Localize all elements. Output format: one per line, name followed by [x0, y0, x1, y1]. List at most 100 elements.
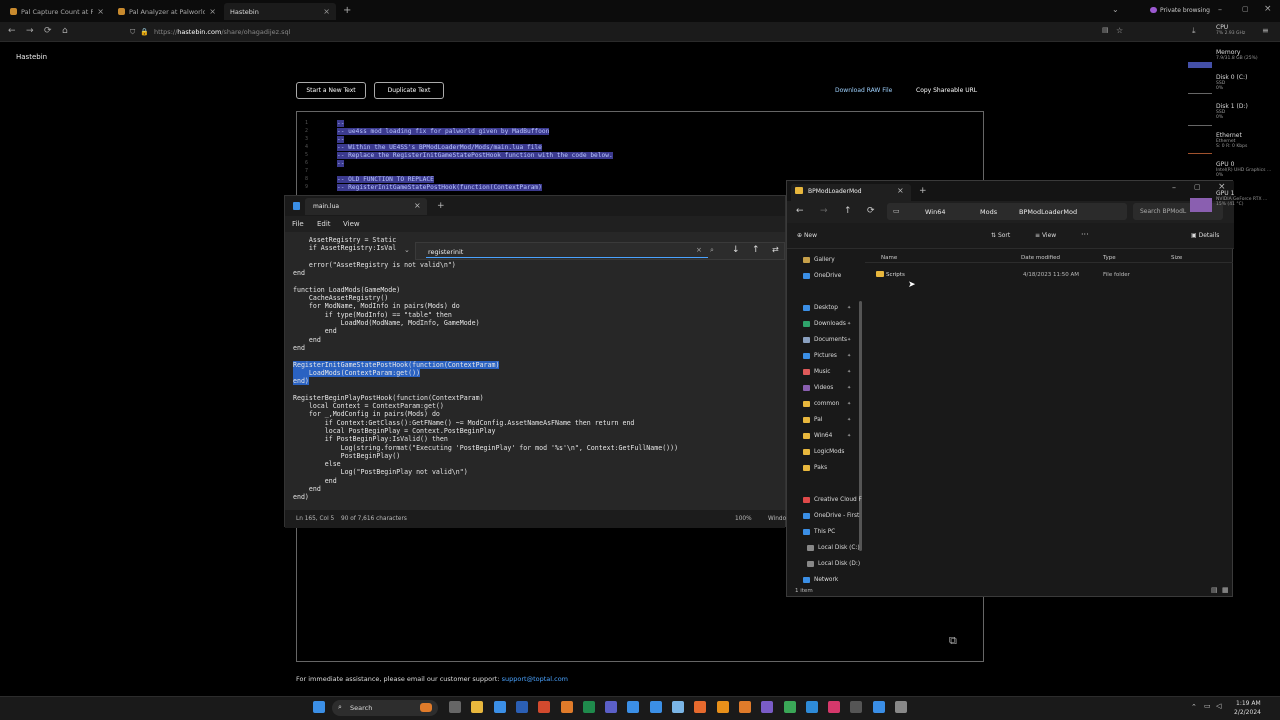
find-previous-icon[interactable]: ↑	[752, 245, 760, 255]
breadcrumb-item[interactable]: Mods	[980, 208, 997, 216]
mail-icon[interactable]	[493, 701, 506, 713]
column-size[interactable]: Size	[1171, 255, 1182, 261]
sidebar-item[interactable]: Documents	[803, 337, 847, 343]
sidebar-item[interactable]: Gallery	[803, 257, 835, 263]
breadcrumb-item[interactable]: Win64	[925, 208, 945, 216]
sidebar-item[interactable]: Videos	[803, 385, 833, 391]
more-options-icon[interactable]: ···	[1081, 230, 1089, 239]
premiere-icon[interactable]	[761, 701, 774, 713]
copy-icon[interactable]: ⧉	[949, 634, 957, 648]
sidebar-item[interactable]: This PC	[803, 529, 835, 535]
clock-date[interactable]: 2/2/2024	[1234, 709, 1261, 716]
close-icon[interactable]: ×	[97, 7, 104, 16]
search-icon[interactable]: ⌕	[710, 246, 714, 255]
notepad-window[interactable]: main.lua × + File Edit View AssetRegistr…	[284, 195, 786, 528]
menu-view[interactable]: View	[343, 220, 360, 228]
refresh-icon[interactable]: ⟳	[867, 206, 875, 216]
line-ending[interactable]: Windo	[768, 516, 786, 522]
sidebar-item[interactable]: LogicMods	[803, 449, 844, 455]
start-windows-icon[interactable]	[313, 701, 325, 713]
perf-disk1[interactable]: Disk 1 (D:) SSD 0%	[1216, 103, 1248, 120]
maximize-icon[interactable]: ▢	[1242, 5, 1249, 13]
forward-icon[interactable]: →	[820, 206, 828, 216]
sidebar-item[interactable]: Paks	[803, 465, 827, 471]
details-button[interactable]: ▣ Details	[1191, 232, 1219, 239]
settings-gear-icon[interactable]	[895, 701, 907, 713]
adobe-illustrator-icon[interactable]	[560, 701, 573, 713]
sidebar-item[interactable]: Downloads	[803, 321, 846, 327]
menu-file[interactable]: File	[292, 220, 304, 228]
task-view-icon[interactable]	[449, 701, 461, 713]
start-new-text-button[interactable]: Start a New Text	[296, 82, 366, 99]
teams-icon[interactable]	[605, 701, 618, 713]
obs-icon[interactable]	[850, 701, 863, 713]
store-icon[interactable]	[649, 701, 662, 713]
sidebar-scrollbar[interactable]	[859, 301, 862, 551]
download-raw-link[interactable]: Download RAW File	[835, 87, 892, 94]
file-explorer-window[interactable]: BPModLoaderMod × + – ▢ × ← → ↑ ⟳ ▭ Win64…	[786, 180, 1234, 597]
column-type[interactable]: Type	[1103, 255, 1116, 261]
breadcrumb-item[interactable]: BPModLoaderMod	[1019, 208, 1077, 216]
sidebar-item[interactable]: Win64	[803, 433, 832, 439]
find-input[interactable]	[426, 246, 708, 258]
url-field[interactable]: ⛉ 🔒 https://hastebin.com/share/ohagadije…	[130, 25, 1130, 39]
perf-ethernet[interactable]: Ethernet Ethernet S: 0 R: 0 Kbps	[1216, 132, 1247, 149]
sidebar-item[interactable]: Music	[803, 369, 831, 375]
volume-icon[interactable]: ◁	[1216, 702, 1221, 710]
minimize-icon[interactable]: –	[1172, 183, 1176, 192]
perf-gpu0[interactable]: GPU 0 Intel(R) UHD Graphics ... 0%	[1216, 161, 1271, 178]
menu-edit[interactable]: Edit	[317, 220, 331, 228]
home-icon[interactable]: ⌂	[62, 26, 68, 36]
show-hidden-icons-chevron-icon[interactable]: ⌃	[1191, 703, 1197, 711]
pdf-icon[interactable]	[538, 701, 551, 713]
tab-list-chevron-icon[interactable]: ⌄	[1112, 5, 1119, 14]
copy-url-link[interactable]: Copy Shareable URL	[916, 87, 977, 94]
reader-view-icon[interactable]: ▤	[1102, 26, 1109, 34]
clock-time[interactable]: 1:19 AM	[1236, 700, 1261, 707]
new-tab-icon[interactable]: +	[343, 5, 351, 16]
word-icon[interactable]	[515, 701, 528, 713]
perf-gpu1[interactable]: GPU 1 NVIDIA GeForce RTX ... 15% (41 °C)	[1216, 190, 1267, 207]
network-icon[interactable]: ▭	[1204, 702, 1211, 710]
perf-memory[interactable]: Memory 7.9/31.8 GB (25%)	[1216, 49, 1258, 61]
forward-icon[interactable]: →	[26, 26, 34, 36]
close-icon[interactable]: ×	[414, 201, 421, 210]
firefox-icon[interactable]	[694, 701, 707, 713]
minimize-icon[interactable]: –	[1218, 5, 1222, 14]
sidebar-item[interactable]: Local Disk (D:)	[807, 561, 860, 567]
back-icon[interactable]: ←	[796, 206, 804, 216]
notepad-text-area[interactable]: AssetRegistry = Static if AssetRegistry:…	[285, 232, 785, 510]
sidebar-item[interactable]: OneDrive	[803, 273, 841, 279]
address-bar[interactable]	[887, 203, 1127, 220]
view-button[interactable]: ≡ View	[1035, 232, 1056, 239]
new-tab-icon[interactable]: +	[919, 186, 927, 196]
sidebar-item[interactable]: Creative Cloud F	[803, 497, 862, 503]
column-date-modified[interactable]: Date modified	[1021, 255, 1060, 261]
taskbar-search[interactable]: ⌕ Search	[332, 700, 438, 716]
menu-icon[interactable]: ≡	[1262, 26, 1269, 35]
find-next-icon[interactable]: ↓	[732, 245, 740, 255]
browser-tab[interactable]: Pal Analyzer at Palworld Nexus×	[112, 3, 222, 20]
close-icon[interactable]: ×	[209, 7, 216, 16]
duplicate-text-button[interactable]: Duplicate Text	[374, 82, 444, 99]
column-name[interactable]: Name	[881, 255, 897, 261]
support-email-link[interactable]: support@toptal.com	[502, 675, 568, 683]
zoom-level[interactable]: 100%	[735, 516, 752, 522]
downloads-icon[interactable]: ⤓	[1192, 26, 1196, 36]
close-icon[interactable]: ×	[323, 7, 330, 16]
browser-tab[interactable]: Pal Capture Count at Palworld G×	[4, 3, 110, 20]
photos-icon[interactable]	[672, 701, 684, 713]
sidebar-item[interactable]: Local Disk (C:)	[807, 545, 860, 551]
new-button[interactable]: ⊕ New	[797, 232, 817, 239]
excel-icon[interactable]	[582, 701, 595, 713]
chrome-icon[interactable]	[783, 701, 796, 713]
sidebar-item[interactable]: OneDrive - First	[803, 513, 859, 519]
photoshop-icon[interactable]	[805, 701, 818, 713]
reload-icon[interactable]: ⟳	[44, 26, 52, 36]
browser-tab-active[interactable]: Hastebin ×	[224, 3, 336, 20]
new-tab-icon[interactable]: +	[437, 201, 445, 211]
sidebar-item[interactable]: Network	[803, 577, 838, 583]
sidebar-item[interactable]: Desktop	[803, 305, 838, 311]
sidebar-item[interactable]: Pictures	[803, 353, 837, 359]
blender-icon[interactable]	[738, 701, 751, 713]
